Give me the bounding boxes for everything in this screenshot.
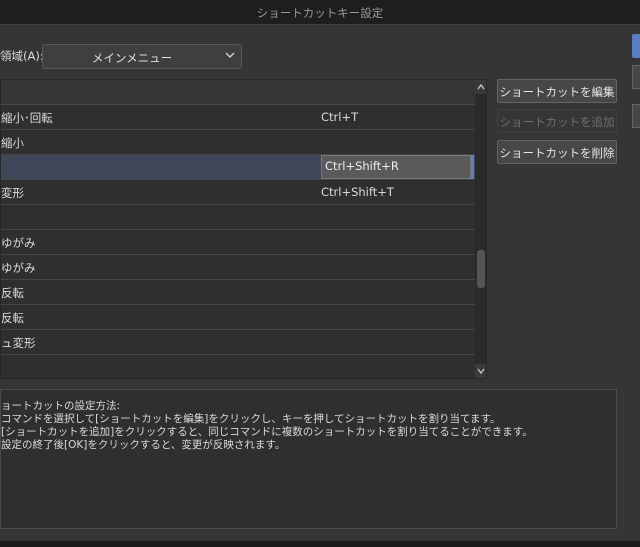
scrollbar-thumb[interactable] [477, 250, 485, 288]
dialog-bottom-edge [0, 541, 640, 547]
list-item[interactable]: 縮小 [1, 130, 475, 155]
add-shortcut-button[interactable]: ショートカットを追加 [497, 109, 617, 133]
shortcut-key: Ctrl+T [321, 110, 359, 124]
help-text-panel: ョートカットの設定方法: コマンドを選択して[ショートカットを編集]をクリックし… [0, 389, 617, 529]
help-line: 設定の終了後[OK]をクリックすると、変更が反映されます。 [1, 439, 286, 451]
delete-shortcut-button[interactable]: ショートカットを削除 [497, 140, 617, 164]
chevron-up-icon [477, 83, 485, 90]
list-scrollbar[interactable] [475, 80, 486, 378]
list-header-row [1, 80, 475, 105]
command-name: 反転 [1, 311, 24, 325]
list-item[interactable]: 変形 Ctrl+Shift+T [1, 180, 475, 205]
shortcut-key: Ctrl+Shift+T [321, 185, 394, 199]
list-item[interactable]: ゆがみ [1, 255, 475, 280]
list-item[interactable]: 反転 [1, 280, 475, 305]
scroll-up-button[interactable] [475, 80, 486, 94]
chevron-down-icon [225, 52, 235, 59]
dialog-title: ショートカットキー設定 [256, 6, 384, 20]
selection-indicator [471, 155, 474, 179]
command-name: 縮小 [1, 136, 24, 150]
area-label: 領域(A): [0, 49, 44, 63]
list-item[interactable]: ゆがみ [1, 230, 475, 255]
area-dropdown-value: メインメニュー [91, 51, 173, 65]
chevron-down-icon [477, 368, 485, 375]
command-name: ゆがみ [1, 261, 36, 275]
list-item[interactable]: 反転 [1, 305, 475, 330]
list-item[interactable] [1, 355, 475, 378]
shortcut-key-input[interactable]: Ctrl+Shift+R [321, 155, 471, 179]
dialog-titlebar: ショートカットキー設定 [0, 0, 640, 24]
list-item-selected[interactable]: Ctrl+Shift+R [1, 155, 475, 180]
command-name: ュ変形 [1, 336, 36, 350]
ok-button[interactable] [632, 34, 640, 58]
list-item[interactable]: 縮小･回転 Ctrl+T [1, 105, 475, 130]
area-dropdown[interactable]: メインメニュー [42, 44, 242, 69]
command-list[interactable]: 縮小･回転 Ctrl+T 縮小 Ctrl+Shift+R 変形 Ctrl+Shi… [0, 79, 487, 379]
list-item[interactable]: ュ変形 [1, 330, 475, 355]
command-name: 反転 [1, 286, 24, 300]
scroll-down-button[interactable] [475, 364, 486, 378]
cancel-button[interactable] [632, 65, 640, 89]
command-name: ゆがみ [1, 236, 36, 250]
side-button[interactable] [632, 104, 640, 128]
edit-shortcut-button[interactable]: ショートカットを編集 [497, 79, 617, 103]
list-item[interactable] [1, 205, 475, 230]
command-name: 縮小･回転 [1, 111, 53, 125]
command-name: 変形 [1, 186, 24, 200]
